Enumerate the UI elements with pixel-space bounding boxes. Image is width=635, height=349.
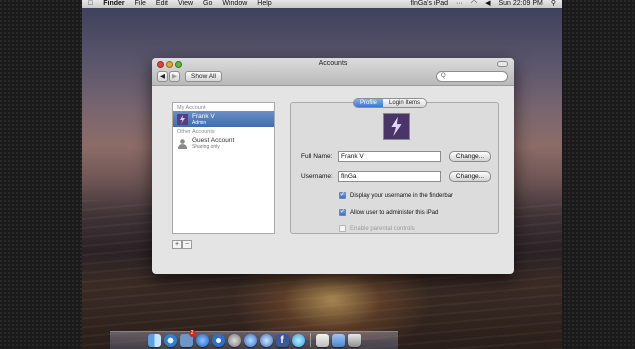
window-title: Accounts	[318, 60, 348, 67]
remove-account-button[interactable]: −	[182, 240, 192, 249]
full-name-label: Full Name:	[301, 153, 333, 160]
back-button[interactable]: ◀	[157, 71, 168, 82]
option-label: Display your username in the finderbar	[350, 192, 454, 199]
account-row-guest[interactable]: Guest Account Sharing only	[173, 135, 274, 151]
menu-view[interactable]: View	[178, 0, 193, 8]
tab-login-items[interactable]: Login Items	[383, 99, 427, 107]
apple-menu-icon[interactable]: 	[88, 0, 93, 8]
facebook-icon[interactable]: f	[275, 334, 289, 347]
checkbox-unchecked-icon[interactable]	[339, 225, 346, 232]
itunes-icon[interactable]	[211, 334, 225, 347]
change-username-button[interactable]: Change...	[449, 171, 491, 182]
dock-separator	[309, 333, 311, 347]
preview-icon[interactable]	[315, 334, 329, 347]
change-full-name-button[interactable]: Change...	[449, 151, 491, 162]
username-field[interactable]: flnGa	[338, 171, 441, 182]
option-label: Allow user to administer this iPad	[350, 209, 439, 216]
clock[interactable]: Sun 22:09 PM	[498, 0, 542, 8]
menu-finder[interactable]: Finder	[103, 0, 124, 8]
mail-icon[interactable]: 2	[179, 330, 196, 347]
status-dots-icon[interactable]: ···	[456, 0, 463, 8]
forward-button[interactable]: ▶	[169, 71, 180, 82]
folder-icon[interactable]	[331, 334, 345, 347]
show-all-button[interactable]: Show All	[185, 71, 222, 82]
menu-edit[interactable]: Edit	[156, 0, 168, 8]
safari-icon[interactable]	[163, 334, 177, 347]
account-details-panel: Profile Login Items Full Name: Frank V C…	[290, 98, 499, 234]
menu-go[interactable]: Go	[203, 0, 212, 8]
account-row-frank[interactable]: Frank V Admin	[173, 111, 274, 127]
menu-help[interactable]: Help	[257, 0, 271, 8]
trash-icon[interactable]	[347, 334, 361, 347]
option-display-username[interactable]: ✓ Display your username in the finderbar	[339, 192, 453, 199]
dock: 2 f	[110, 330, 398, 349]
full-name-field[interactable]: Frank V	[338, 151, 441, 162]
twitter-icon[interactable]	[291, 334, 305, 347]
volume-icon[interactable]: ◀	[485, 0, 490, 8]
account-role: Admin	[192, 119, 207, 126]
menu-file[interactable]: File	[135, 0, 146, 8]
option-parental-controls[interactable]: Enable parental controls	[339, 225, 415, 232]
menu-bar:  Finder File Edit View Go Window Help f…	[82, 0, 562, 8]
checkbox-checked-icon[interactable]: ✓	[339, 209, 346, 216]
mail-badge: 2	[188, 330, 196, 337]
option-label: Enable parental controls	[350, 225, 415, 232]
compass-icon[interactable]	[227, 334, 241, 347]
option-allow-admin[interactable]: ✓ Allow user to administer this iPad	[339, 209, 438, 216]
accounts-list: My Account Frank V Admin Other Accounts	[172, 102, 275, 234]
username-label: Username:	[301, 173, 333, 180]
finder-icon[interactable]	[147, 334, 161, 347]
spotlight-icon[interactable]: ⚲	[551, 0, 556, 8]
section-my-account: My Account	[177, 105, 206, 111]
profile-picture[interactable]	[383, 113, 410, 140]
add-account-button[interactable]: +	[172, 240, 182, 249]
accounts-window: Accounts ◀ ▶ Show All Q My Account Frank…	[152, 58, 514, 274]
wifi-icon[interactable]: ◠	[471, 0, 477, 8]
account-add-remove: + −	[172, 240, 192, 249]
account-role: Sharing only	[192, 143, 220, 150]
guest-user-icon	[178, 138, 187, 149]
account-name: Guest Account	[192, 136, 235, 144]
device-name[interactable]: flnGa's iPad	[410, 0, 448, 8]
checkbox-checked-icon[interactable]: ✓	[339, 192, 346, 199]
contacts-icon[interactable]	[259, 334, 273, 347]
section-other-accounts: Other Accounts	[177, 129, 215, 135]
appstore-icon[interactable]	[195, 334, 209, 347]
user-avatar-icon	[177, 113, 188, 125]
tab-bar: Profile Login Items	[353, 98, 428, 108]
toolbar-toggle-button[interactable]	[497, 61, 508, 67]
account-name: Frank V	[192, 112, 215, 120]
window-titlebar[interactable]: Accounts ◀ ▶ Show All Q	[152, 58, 514, 86]
search-field[interactable]: Q	[436, 71, 508, 82]
menu-window[interactable]: Window	[222, 0, 247, 8]
messages-icon[interactable]	[243, 334, 257, 347]
desktop:  Finder File Edit View Go Window Help f…	[82, 0, 562, 349]
tab-profile[interactable]: Profile	[354, 99, 384, 107]
